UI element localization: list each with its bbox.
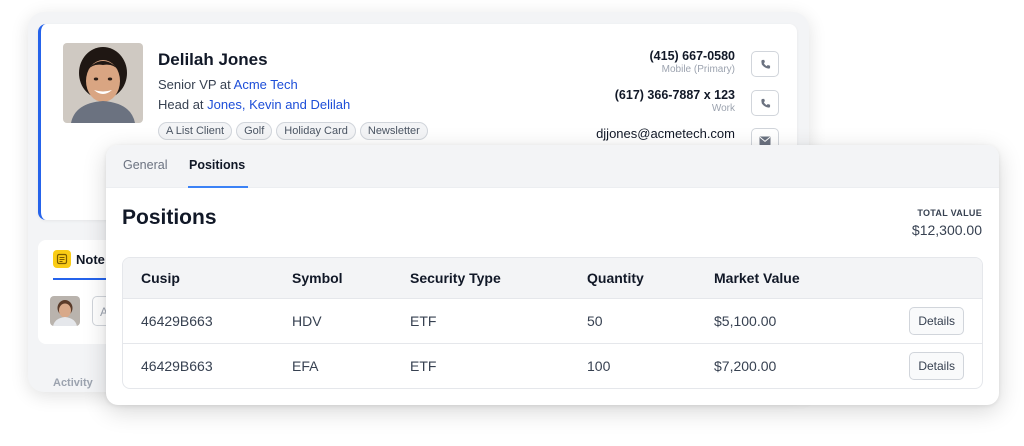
tag[interactable]: A List Client (158, 122, 233, 140)
tag[interactable]: Golf (236, 122, 273, 140)
organization-link[interactable]: Jones, Kevin and Delilah (207, 97, 350, 112)
cell-cusip: 46429B663 (141, 357, 213, 374)
notes-tab-underline (53, 278, 113, 280)
activity-section-label: Activity (53, 377, 93, 389)
phone-icon (760, 59, 770, 69)
table-row: 46429B663 HDV ETF 50 $5,100.00 Details (123, 298, 982, 343)
cell-market-value: $5,100.00 (714, 312, 777, 329)
cell-symbol: HDV (292, 312, 322, 329)
notes-tab[interactable]: Note (53, 250, 105, 268)
note-icon (53, 250, 71, 268)
details-button[interactable]: Details (909, 351, 964, 380)
tab-general[interactable]: General (123, 158, 167, 172)
contact-role: Head at Jones, Kevin and Delilah (158, 97, 351, 112)
column-header-security-type[interactable]: Security Type (410, 258, 587, 298)
page-title: Positions (122, 206, 217, 229)
company-link[interactable]: Acme Tech (234, 77, 298, 92)
cell-security-type: ETF (410, 312, 437, 329)
total-value-label: TOTAL VALUE (917, 208, 982, 218)
column-header-actions (904, 258, 982, 298)
cell-security-type: ETF (410, 357, 437, 374)
cell-quantity: 100 (587, 357, 611, 374)
active-tab-indicator (188, 186, 248, 188)
cell-cusip: 46429B663 (141, 312, 213, 329)
contact-name: Delilah Jones (158, 50, 268, 69)
user-avatar (50, 296, 80, 326)
table-row: 46429B663 EFA ETF 100 $7,200.00 Details (123, 343, 982, 388)
tag[interactable]: Holiday Card (276, 122, 356, 140)
notes-card: Note A (38, 240, 113, 344)
total-value: $12,300.00 (911, 222, 982, 238)
cell-market-value: $7,200.00 (714, 357, 777, 374)
column-header-symbol[interactable]: Symbol (292, 258, 410, 298)
column-header-quantity[interactable]: Quantity (587, 258, 714, 298)
contact-avatar (63, 43, 143, 123)
contact-title: Senior VP at Acme Tech (158, 77, 298, 92)
column-header-market-value[interactable]: Market Value (714, 258, 904, 298)
column-header-cusip[interactable]: Cusip (123, 258, 292, 298)
call-work-button[interactable] (751, 90, 779, 116)
positions-panel: General Positions Positions TOTAL VALUE … (106, 145, 999, 405)
phone-work: (617) 366-7887 x 123 Work (614, 88, 735, 114)
positions-table: Cusip Symbol Security Type Quantity Mark… (122, 257, 983, 389)
cell-symbol: EFA (292, 357, 319, 374)
details-button[interactable]: Details (909, 306, 964, 335)
tab-bar: General Positions (106, 145, 999, 188)
contact-tags: A List Client Golf Holiday Card Newslett… (158, 122, 428, 140)
call-mobile-button[interactable] (751, 51, 779, 77)
phone-icon (760, 98, 770, 108)
cell-quantity: 50 (587, 312, 603, 329)
contact-email[interactable]: djjones@acmetech.com (596, 126, 735, 141)
tag[interactable]: Newsletter (359, 122, 428, 140)
table-header-row: Cusip Symbol Security Type Quantity Mark… (123, 258, 982, 298)
phone-primary: (415) 667-0580 Mobile (Primary) (649, 49, 735, 75)
tab-positions[interactable]: Positions (189, 158, 245, 172)
